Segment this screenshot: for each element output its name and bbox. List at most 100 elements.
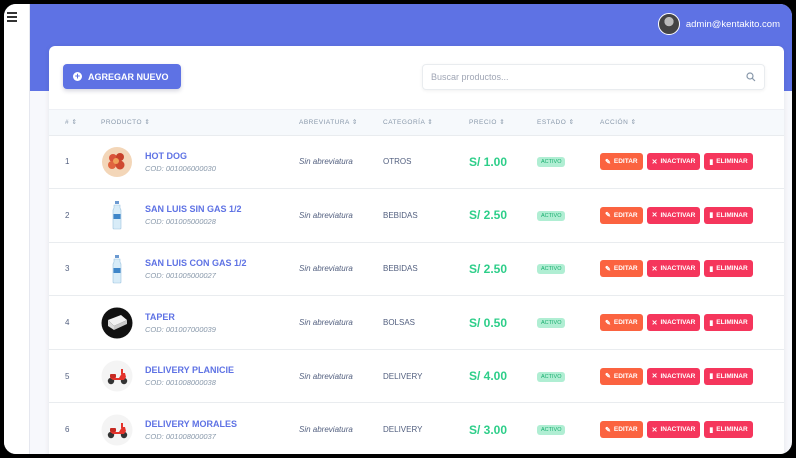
edit-label: EDITAR: [613, 265, 638, 273]
inactivate-label: INACTIVAR: [660, 265, 696, 273]
taper-image: [101, 307, 133, 339]
edit-label: EDITAR: [613, 211, 638, 219]
row-number: 1: [65, 157, 70, 167]
product-name[interactable]: HOT DOG: [145, 151, 216, 161]
delete-label: ELIMINAR: [716, 158, 748, 166]
search-box[interactable]: [422, 64, 765, 90]
price: S/ 0.50: [469, 315, 508, 330]
scooter-image: [101, 360, 133, 392]
delete-label: ELIMINAR: [716, 319, 748, 327]
product-code: COD: 001008000038: [145, 378, 216, 388]
products-card: + AGREGAR NUEVO # ⇕ PRODUCTO ⇕ ABREVIATU…: [49, 46, 784, 454]
search-input[interactable]: [431, 72, 746, 82]
category: BEBIDAS: [383, 210, 418, 220]
delete-label: ELIMINAR: [716, 211, 748, 219]
water-bottle-image: [101, 253, 133, 285]
delete-button[interactable]: ▮ ELIMINAR: [704, 153, 753, 171]
delete-button[interactable]: ▮ ELIMINAR: [704, 314, 753, 332]
col-header-price[interactable]: PRECIO ⇕: [469, 110, 537, 136]
col-header-category[interactable]: CATEGORÍA ⇕: [383, 110, 469, 136]
scooter-image: [101, 414, 133, 446]
product-cell: DELIVERY PLANICIE COD: 001008000038: [101, 360, 299, 392]
close-icon: ✕: [651, 373, 658, 381]
product-code: COD: 001008000037: [145, 431, 216, 441]
trash-icon: ▮: [709, 373, 714, 381]
product-name[interactable]: DELIVERY MORALES: [145, 419, 237, 429]
edit-icon: ✎: [605, 158, 611, 166]
row-number: 3: [65, 264, 70, 274]
card-toolbar: + AGREGAR NUEVO: [49, 46, 784, 110]
user-email: admin@kentakito.com: [685, 18, 780, 30]
menu-icon[interactable]: [7, 12, 17, 22]
edit-icon: ✎: [605, 319, 611, 327]
edit-label: EDITAR: [613, 319, 638, 327]
inactivate-label: INACTIVAR: [660, 158, 696, 166]
product-cell: DELIVERY MORALES COD: 001008000037: [101, 414, 299, 446]
category: BEBIDAS: [383, 264, 418, 274]
add-new-label: AGREGAR NUEVO: [88, 71, 169, 82]
products-table: # ⇕ PRODUCTO ⇕ ABREVIATURA ⇕ CATEGORÍA ⇕…: [49, 110, 784, 454]
product-code: COD: 001005000027: [145, 270, 216, 280]
delete-button[interactable]: ▮ ELIMINAR: [704, 206, 753, 224]
inactivate-button[interactable]: ✕ INACTIVAR: [646, 206, 701, 224]
product-name[interactable]: SAN LUIS SIN GAS 1/2: [145, 204, 242, 214]
plus-circle-icon: +: [73, 71, 82, 81]
inactivate-button[interactable]: ✕ INACTIVAR: [646, 153, 701, 171]
col-header-product[interactable]: PRODUCTO ⇕: [101, 110, 299, 136]
product-name[interactable]: TAPER: [145, 312, 216, 322]
col-header-number[interactable]: # ⇕: [49, 110, 101, 136]
add-new-button[interactable]: + AGREGAR NUEVO: [63, 64, 181, 89]
row-actions: ✎ EDITAR ✕ INACTIVAR ▮ ELIMINAR: [600, 314, 784, 332]
edit-button[interactable]: ✎ EDITAR: [600, 314, 643, 332]
user-menu[interactable]: admin@kentakito.com: [657, 13, 780, 35]
product-name[interactable]: SAN LUIS CON GAS 1/2: [145, 258, 247, 268]
edit-button[interactable]: ✎ EDITAR: [600, 260, 643, 278]
water-bottle-image: [101, 199, 133, 231]
price: S/ 2.50: [469, 261, 508, 276]
product-code: COD: 001006000030: [145, 163, 216, 173]
product-name[interactable]: DELIVERY PLANICIE: [145, 365, 234, 375]
edit-label: EDITAR: [613, 158, 638, 166]
abbreviation: Sin abreviatura: [299, 157, 353, 167]
product-cell: HOT DOG COD: 001006000030: [101, 146, 299, 178]
inactivate-label: INACTIVAR: [660, 372, 696, 380]
abbreviation: Sin abreviatura: [299, 425, 353, 435]
trash-icon: ▮: [709, 265, 714, 273]
edit-icon: ✎: [605, 373, 611, 381]
edit-icon: ✎: [605, 265, 611, 273]
left-sidebar: [4, 4, 30, 454]
product-code: COD: 001005000028: [145, 217, 216, 227]
inactivate-button[interactable]: ✕ INACTIVAR: [646, 421, 701, 439]
edit-button[interactable]: ✎ EDITAR: [600, 367, 643, 385]
status-badge: ACTIVO: [537, 318, 566, 329]
edit-button[interactable]: ✎ EDITAR: [600, 153, 643, 171]
price: S/ 4.00: [469, 369, 508, 384]
trash-icon: ▮: [709, 319, 714, 327]
inactivate-label: INACTIVAR: [660, 426, 696, 434]
col-header-status[interactable]: ESTADO ⇕: [537, 110, 600, 136]
inactivate-button[interactable]: ✕ INACTIVAR: [646, 260, 701, 278]
row-number: 4: [65, 318, 70, 328]
col-header-action[interactable]: ACCIÓN ⇕: [600, 110, 784, 136]
status-badge: ACTIVO: [537, 210, 566, 221]
inactivate-button[interactable]: ✕ INACTIVAR: [646, 367, 701, 385]
delete-label: ELIMINAR: [716, 426, 748, 434]
price: S/ 1.00: [469, 154, 508, 169]
avatar[interactable]: [657, 13, 680, 35]
status-badge: ACTIVO: [537, 425, 566, 436]
close-icon: ✕: [651, 212, 658, 220]
edit-icon: ✎: [605, 426, 611, 434]
delete-button[interactable]: ▮ ELIMINAR: [704, 260, 753, 278]
delete-button[interactable]: ▮ ELIMINAR: [704, 367, 753, 385]
row-actions: ✎ EDITAR ✕ INACTIVAR ▮ ELIMINAR: [600, 206, 784, 224]
category: DELIVERY: [383, 425, 423, 435]
edit-label: EDITAR: [613, 372, 638, 380]
inactivate-button[interactable]: ✕ INACTIVAR: [646, 314, 701, 332]
col-header-abbreviation[interactable]: ABREVIATURA ⇕: [299, 110, 383, 136]
search-icon[interactable]: [746, 72, 756, 82]
edit-button[interactable]: ✎ EDITAR: [600, 421, 643, 439]
hotdog-image: [101, 146, 133, 178]
delete-button[interactable]: ▮ ELIMINAR: [704, 421, 753, 439]
edit-button[interactable]: ✎ EDITAR: [600, 206, 643, 224]
product-cell: TAPER COD: 001007000039: [101, 307, 299, 339]
